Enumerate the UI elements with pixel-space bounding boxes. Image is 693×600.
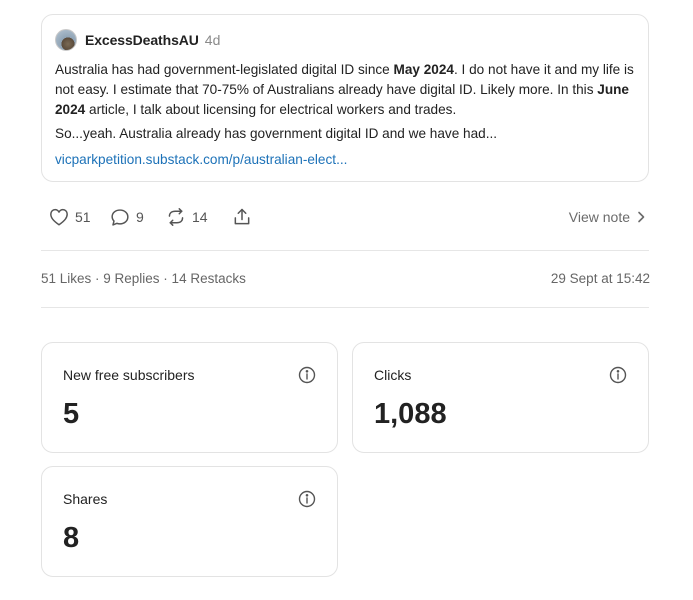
reply-button[interactable]: 9 xyxy=(110,206,144,228)
share-button[interactable] xyxy=(232,206,252,228)
divider xyxy=(41,250,649,251)
info-icon[interactable] xyxy=(609,366,627,384)
post-age: 4d xyxy=(204,32,221,48)
author-name[interactable]: ExcessDeathsAU xyxy=(85,32,199,48)
post-body-paragraph-2: So...yeah. Australia already has governm… xyxy=(55,126,498,141)
restack-icon xyxy=(168,208,184,226)
restack-button[interactable]: 14 xyxy=(166,206,208,228)
share-icon xyxy=(234,208,250,225)
action-bar: 51 9 14 View note xyxy=(49,206,649,228)
stat-label: Shares xyxy=(63,491,108,507)
note-card[interactable]: ExcessDeathsAU 4d Australia has had gove… xyxy=(41,14,649,182)
replies-count: 9 xyxy=(136,209,144,225)
stat-card-new-free-subscribers: New free subscribers 5 xyxy=(41,342,338,453)
stat-card-clicks: Clicks 1,088 xyxy=(352,342,649,453)
stat-card-shares: Shares 8 xyxy=(41,466,338,577)
stat-label: New free subscribers xyxy=(63,367,195,383)
post-timestamp: 29 Sept at 15:42 xyxy=(550,271,650,286)
avatar[interactable] xyxy=(55,29,77,51)
stat-value: 8 xyxy=(63,522,80,554)
post-body-paragraph: Australia has had government-legislated … xyxy=(55,60,638,120)
restacks-count: 14 xyxy=(192,209,208,225)
stat-value: 5 xyxy=(63,398,80,430)
likes-count: 51 xyxy=(75,209,91,225)
engagement-summary[interactable]: 51 Likes · 9 Replies · 14 Restacks xyxy=(41,271,246,286)
divider xyxy=(41,307,649,308)
chevron-right-icon xyxy=(638,211,645,223)
body-text-1: Australia has had government-legislated … xyxy=(55,62,394,77)
info-icon[interactable] xyxy=(298,490,316,508)
stat-label: Clicks xyxy=(374,367,412,383)
stat-value: 1,088 xyxy=(374,398,447,430)
like-button[interactable]: 51 xyxy=(49,206,91,228)
info-icon[interactable] xyxy=(298,366,316,384)
view-note-link[interactable]: View note xyxy=(569,206,645,228)
view-note-label: View note xyxy=(568,209,630,225)
body-text-3: article, I talk about licensing for elec… xyxy=(85,102,457,117)
post-link[interactable]: vicparkpetition.substack.com/p/australia… xyxy=(55,152,347,167)
body-bold-1: May 2024 xyxy=(393,62,454,77)
heart-icon xyxy=(50,208,68,226)
author-row: ExcessDeathsAU 4d xyxy=(55,29,220,51)
comment-icon xyxy=(111,208,129,226)
